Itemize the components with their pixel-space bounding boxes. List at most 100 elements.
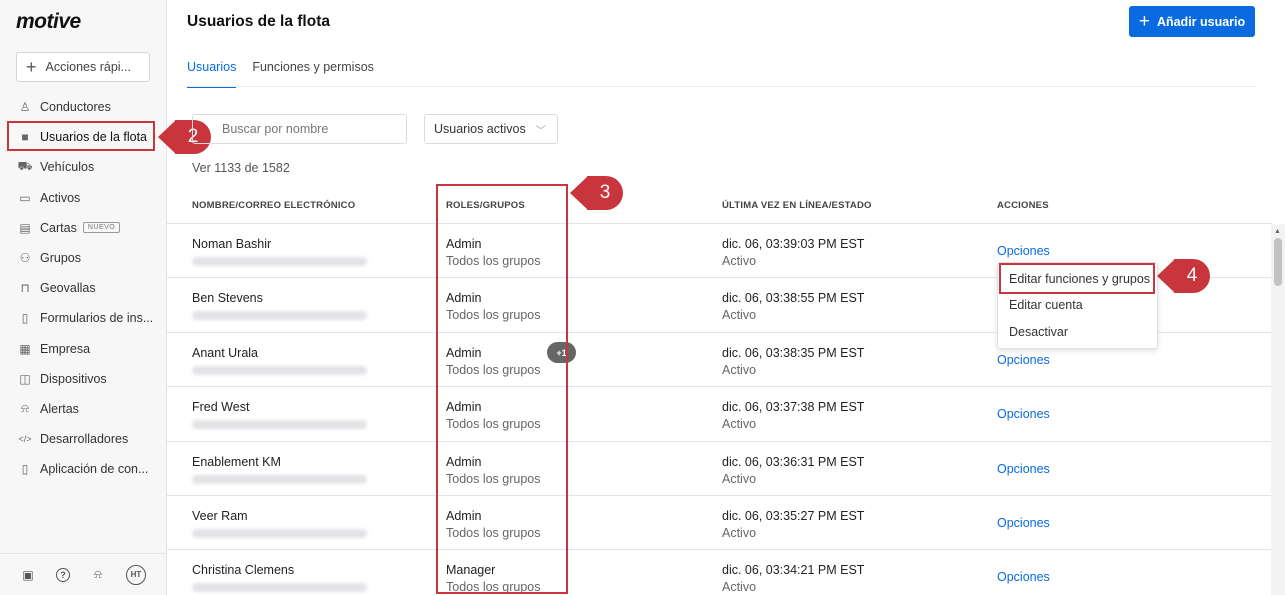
user-avatar[interactable]: HT: [126, 564, 146, 585]
sidebar-item-label: Formularios de ins...: [40, 311, 154, 326]
options-link[interactable]: Opciones: [997, 461, 1050, 478]
options-link[interactable]: Opciones: [997, 352, 1050, 369]
column-last-seen-status: ÚLTIMA VEZ EN LÍNEA/ESTADO: [722, 200, 872, 211]
user-name: Ben Stevens: [192, 291, 263, 306]
bell-icon: ⍾: [21, 401, 29, 416]
callout-number: 4: [1174, 259, 1210, 293]
user-cell: Noman Bashir: [192, 236, 367, 266]
trailer-icon: ▭: [19, 190, 31, 205]
brand-logo[interactable]: motive: [16, 10, 81, 34]
sidebar-item-code[interactable]: </> Desarrolladores: [0, 424, 167, 454]
user-email-blurred: [192, 474, 367, 484]
sidebar-item-building[interactable]: ▦ Empresa: [0, 334, 167, 364]
options-link[interactable]: Opciones: [997, 515, 1050, 532]
user-cell: Veer Ram: [192, 508, 367, 538]
sidebar-item-person[interactable]: ♙ Conductores: [0, 92, 167, 122]
group-icon: ⚇: [19, 251, 31, 266]
user-status: Activo: [722, 362, 757, 377]
last-seen: dic. 06, 03:38:55 PM EST: [722, 291, 865, 306]
menu-item-edit-account[interactable]: Editar cuenta: [1009, 298, 1083, 312]
options-link[interactable]: Opciones: [997, 569, 1050, 586]
last-seen: dic. 06, 03:35:27 PM EST: [722, 508, 865, 523]
sidebar-item-group[interactable]: ⚇ Grupos: [0, 243, 167, 273]
sidebar-item-document[interactable]: ▯ Formularios de ins...: [0, 303, 167, 333]
callout-arrow-icon: [570, 176, 588, 210]
sidebar-item-card[interactable]: ▤ Cartas NUEVO: [0, 213, 167, 243]
plus-icon: +: [1138, 11, 1150, 32]
user-cell: Christina Clemens: [192, 562, 367, 593]
user-status: Activo: [722, 580, 757, 595]
table-row[interactable]: Christina Clemens Manager Todos los grupos…: [167, 550, 1272, 595]
highlight-box-menu-item: [999, 263, 1155, 294]
quick-actions-button[interactable]: + Acciones rápi...: [16, 52, 150, 82]
options-link[interactable]: Opciones: [997, 406, 1050, 423]
sidebar-item-bell[interactable]: ⍾ Alertas: [0, 394, 167, 424]
user-email-blurred: [192, 365, 367, 375]
sidebar-item-truck[interactable]: ⛟ Vehículos: [0, 152, 167, 182]
results-count: Ver 1133 de 1582: [192, 161, 290, 175]
column-actions: ACCIONES: [997, 200, 1049, 211]
last-seen-cell: dic. 06, 03:38:55 PM EST Activo: [722, 290, 864, 324]
table-row[interactable]: Veer Ram Admin Todos los grupos dic. 06, 03…: [167, 496, 1272, 551]
add-user-label: Añadir usuario: [1156, 14, 1246, 29]
quick-actions-label: Acciones rápi...: [45, 60, 131, 74]
table-scrollbar[interactable]: ▲: [1271, 224, 1285, 595]
map-icon[interactable]: ▣: [20, 567, 36, 583]
last-seen-cell: dic. 06, 03:35:27 PM EST Activo: [722, 508, 864, 542]
tab-users[interactable]: Usuarios: [187, 60, 237, 88]
last-seen: dic. 06, 03:38:35 PM EST: [722, 345, 865, 360]
user-name: Anant Urala: [192, 345, 259, 360]
user-name: Veer Ram: [192, 508, 248, 523]
user-status: Activo: [722, 254, 757, 268]
user-status: Activo: [722, 471, 757, 486]
sidebar-item-label: Alertas: [40, 401, 79, 416]
main-content: Usuarios de la flota + Añadir usuario Us…: [167, 0, 1285, 595]
table-row[interactable]: Enablement KM Admin Todos los grupos dic. 0…: [167, 442, 1272, 496]
last-seen: dic. 06, 03:39:03 PM EST: [722, 237, 865, 251]
highlight-box-nav: [7, 121, 155, 151]
callout-arrow-icon: [1157, 259, 1175, 293]
menu-item-deactivate[interactable]: Desactivar: [1009, 325, 1068, 339]
last-seen: dic. 06, 03:34:21 PM EST: [722, 563, 865, 578]
table-row[interactable]: Fred West Admin Todos los grupos dic. 06, 0…: [167, 387, 1272, 442]
add-user-button[interactable]: + Añadir usuario: [1129, 6, 1255, 37]
user-email-blurred: [192, 528, 367, 538]
scroll-up-icon[interactable]: ▲: [1274, 228, 1281, 235]
person-icon: ♙: [19, 100, 31, 115]
user-email-blurred: [192, 311, 367, 321]
help-icon[interactable]: ?: [56, 567, 70, 582]
sidebar-item-device[interactable]: ◫ Dispositivos: [0, 364, 167, 394]
sidebar-item-phone[interactable]: ▯ Aplicación de con...: [0, 454, 167, 484]
card-icon: ▤: [19, 220, 31, 235]
last-seen-cell: dic. 06, 03:38:35 PM EST Activo: [722, 345, 864, 379]
sidebar-item-geofence[interactable]: ⊓ Geovallas: [0, 273, 167, 303]
new-badge: NUEVO: [82, 222, 121, 234]
callout-4: 4: [1157, 259, 1210, 293]
user-cell: Ben Stevens: [192, 290, 367, 321]
truck-icon: ⛟: [17, 159, 33, 174]
tabs: Usuarios Funciones y permisos: [187, 60, 374, 88]
sidebar-item-label: Activos: [40, 190, 81, 205]
user-cell: Anant Urala: [192, 345, 367, 375]
scrollbar-thumb[interactable]: [1274, 238, 1282, 286]
user-name: Noman Bashir: [192, 237, 272, 251]
tab-roles-permissions[interactable]: Funciones y permisos: [252, 60, 374, 88]
geofence-icon: ⊓: [20, 281, 30, 296]
sidebar-item-trailer[interactable]: ▭ Activos: [0, 183, 167, 213]
last-seen: dic. 06, 03:36:31 PM EST: [722, 454, 865, 469]
search-placeholder: Buscar por nombre: [222, 122, 329, 136]
sidebar-item-label: Desarrolladores: [40, 432, 129, 447]
callout-3: 3: [570, 176, 623, 210]
sidebar-item-label: Empresa: [40, 341, 91, 356]
search-input[interactable]: Buscar por nombre: [192, 114, 407, 144]
phone-icon: ▯: [21, 462, 29, 477]
options-link[interactable]: Opciones: [997, 243, 1050, 260]
document-icon: ▯: [21, 311, 29, 326]
sidebar-item-label: Aplicación de con...: [40, 462, 149, 477]
sidebar-item-label: Grupos: [40, 251, 81, 266]
user-name: Enablement KM: [192, 454, 281, 469]
notification-bell-icon[interactable]: ⍾: [90, 567, 106, 583]
sidebar-item-label: Geovallas: [40, 281, 96, 296]
status-select-value: Usuarios activos: [434, 122, 526, 136]
status-select[interactable]: Usuarios activos ﹀: [424, 114, 558, 144]
